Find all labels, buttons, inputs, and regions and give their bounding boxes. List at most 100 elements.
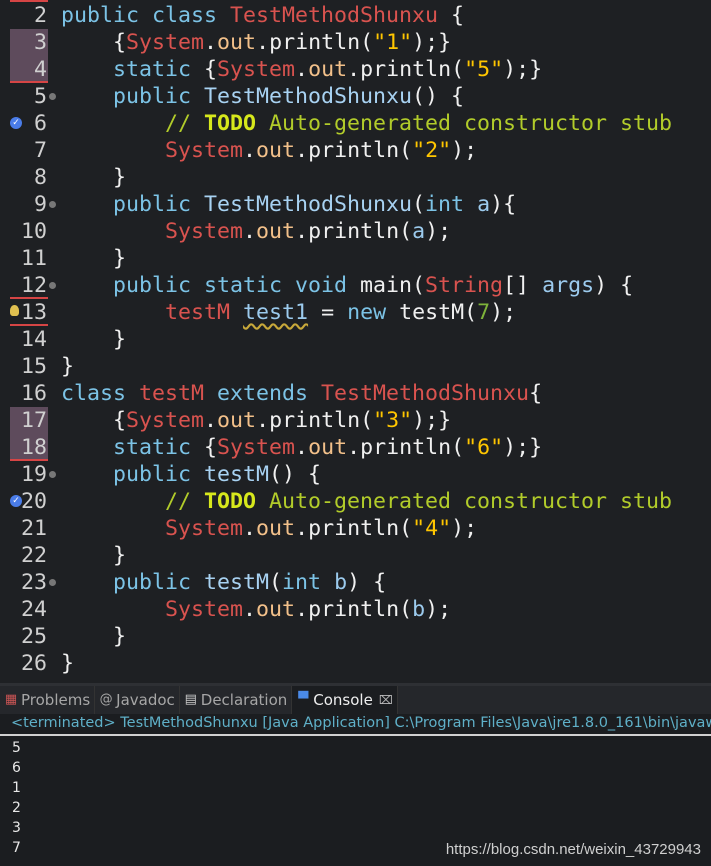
fold-toggle-icon[interactable] — [49, 201, 56, 208]
code-token: . — [295, 435, 309, 460]
code-text: } — [61, 245, 126, 272]
code-text: static {System.out.println("5");} — [61, 56, 542, 83]
tab-problems[interactable]: ▦ Problems — [0, 686, 96, 714]
code-line[interactable]: 21 System.out.println("4"); — [0, 515, 711, 542]
line-number: 10 — [20, 219, 47, 244]
task-marker-icon[interactable]: ✓ — [10, 117, 22, 129]
code-token: } — [61, 327, 127, 352]
code-token: () { — [412, 84, 465, 109]
code-token: .println( — [256, 30, 374, 55]
code-token: .println( — [295, 597, 413, 622]
code-line[interactable]: 13 testM test1 = new testM(7); — [0, 299, 711, 326]
code-token: public — [61, 192, 205, 217]
fold-toggle-icon[interactable] — [49, 471, 56, 478]
code-line[interactable]: 6 ✓ // TODO Auto-generated constructor st… — [0, 110, 711, 137]
code-line[interactable]: 14 } — [0, 326, 711, 353]
code-line[interactable]: 17 {System.out.println("3");} — [0, 407, 711, 434]
code-token: out — [256, 219, 296, 244]
code-token: testM — [139, 381, 205, 406]
code-token: "5" — [464, 57, 504, 82]
code-line[interactable]: 2 public class TestMethodShunxu { — [0, 2, 711, 29]
tab-label: Console — [313, 691, 373, 709]
code-token: } — [61, 165, 127, 190]
code-token: int — [425, 192, 478, 217]
problems-icon: ▦ — [4, 692, 18, 707]
code-text: public testM(int b) { — [61, 569, 386, 596]
line-number: 2 — [33, 3, 47, 28]
code-token: } — [61, 354, 75, 379]
watermark: https://blog.csdn.net/weixin_43729943 — [445, 841, 701, 858]
line-number: 3 — [10, 29, 48, 56]
code-token: . — [243, 597, 257, 622]
code-token: static — [61, 57, 205, 82]
fold-toggle-icon[interactable] — [49, 282, 56, 289]
tab-console[interactable]: ▀ Console ⌧ — [292, 686, 398, 714]
code-text: System.out.println(b); — [61, 596, 451, 623]
line-number: 15 — [20, 354, 47, 379]
console-output[interactable]: 561237 — [0, 736, 711, 858]
code-line[interactable]: 15} — [0, 353, 711, 380]
code-token: ( — [269, 570, 283, 595]
code-text: {System.out.println("3");} — [61, 407, 451, 434]
line-number: 18 — [10, 434, 48, 461]
code-token: public — [61, 462, 205, 487]
code-token: TestMethodShunxu — [204, 84, 413, 109]
code-token: "4" — [412, 516, 452, 541]
code-line[interactable]: 23 public testM(int b) { — [0, 569, 711, 596]
code-token: [] — [503, 273, 543, 298]
code-line[interactable]: 8 } — [0, 164, 711, 191]
code-token: .println( — [347, 57, 465, 82]
code-line[interactable]: 9 public TestMethodShunxu(int a){ — [0, 191, 711, 218]
code-token: );} — [503, 435, 543, 460]
code-token: { — [61, 408, 127, 433]
code-token: a — [412, 219, 426, 244]
code-editor[interactable]: 2 public class TestMethodShunxu {3 {Syste… — [0, 0, 711, 683]
code-line[interactable]: 12 public static void main(String[] args… — [0, 272, 711, 299]
code-text: public class TestMethodShunxu { — [61, 2, 464, 29]
code-token: new — [347, 300, 400, 325]
code-line[interactable]: 26} — [0, 650, 711, 677]
declaration-icon: ▤ — [184, 692, 197, 707]
code-line[interactable]: 5 public TestMethodShunxu() { — [0, 83, 711, 110]
code-token: int — [282, 570, 335, 595]
code-line[interactable]: 20 ✓ // TODO Auto-generated constructor s… — [0, 488, 711, 515]
code-text: System.out.println(a); — [61, 218, 451, 245]
code-token: System — [217, 435, 296, 460]
code-line[interactable]: 16 class testM extends TestMethodShunxu{ — [0, 380, 711, 407]
code-line[interactable]: 22 } — [0, 542, 711, 569]
code-token: testM — [204, 570, 270, 595]
code-line[interactable]: 25 } — [0, 623, 711, 650]
fold-toggle-icon[interactable] — [49, 93, 56, 100]
code-line[interactable]: 18 static {System.out.println("6");} — [0, 434, 711, 461]
close-icon[interactable]: ⌧ — [379, 693, 393, 707]
code-line[interactable]: 10 System.out.println(a); — [0, 218, 711, 245]
code-token: ) { — [594, 273, 634, 298]
code-text: testM test1 = new testM(7); — [61, 299, 516, 326]
code-text: } — [61, 353, 74, 380]
code-token: // — [61, 489, 205, 514]
code-token: . — [204, 408, 218, 433]
tab-label: Javadoc — [116, 691, 175, 709]
code-line[interactable]: 4 static {System.out.println("5");} — [0, 56, 711, 83]
line-number: 4 — [10, 56, 48, 83]
tab-declaration[interactable]: ▤ Declaration — [180, 686, 293, 714]
code-token: out — [217, 408, 257, 433]
tab-javadoc[interactable]: @ Javadoc — [95, 686, 180, 714]
line-number: 5 — [33, 84, 47, 109]
code-token: public class — [61, 3, 231, 28]
task-marker-icon[interactable]: ✓ — [10, 495, 22, 507]
code-line[interactable]: 24 System.out.println(b); — [0, 596, 711, 623]
code-line[interactable]: 19 public testM() { — [0, 461, 711, 488]
code-token: static — [61, 435, 205, 460]
code-token: System — [165, 138, 244, 163]
lightbulb-warning-icon[interactable] — [10, 305, 19, 316]
fold-toggle-icon[interactable] — [49, 579, 56, 586]
code-line[interactable]: 3 {System.out.println("1");} — [0, 29, 711, 56]
tab-label: Declaration — [200, 691, 288, 709]
code-token: );} — [412, 30, 452, 55]
code-token: ); — [451, 138, 478, 163]
code-line[interactable]: 7 System.out.println("2"); — [0, 137, 711, 164]
code-token: main( — [360, 273, 426, 298]
code-line[interactable]: 11 } — [0, 245, 711, 272]
code-text: System.out.println("2"); — [61, 137, 477, 164]
